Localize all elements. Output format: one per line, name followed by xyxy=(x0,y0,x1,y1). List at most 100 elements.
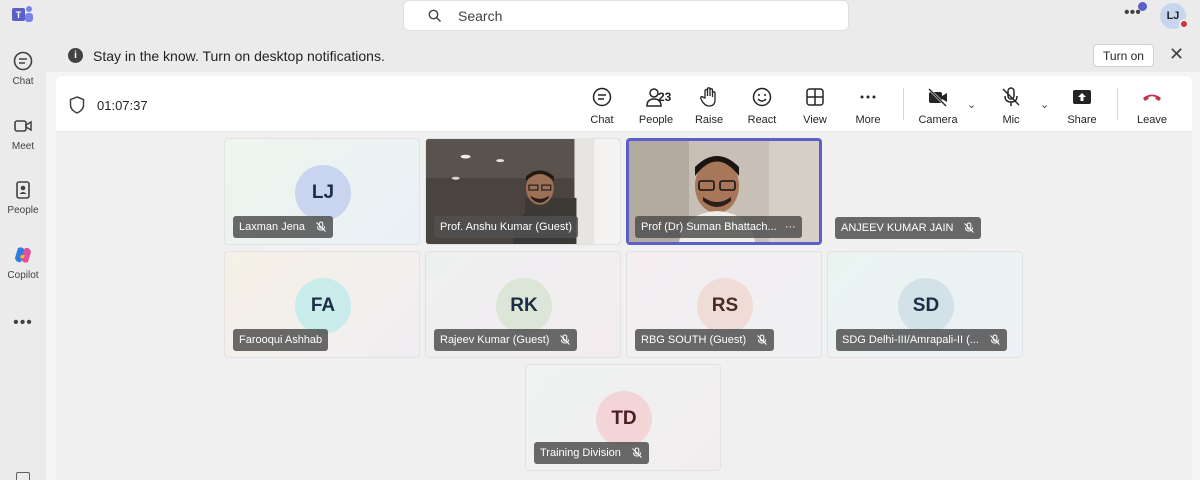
chat-label: Chat xyxy=(590,114,614,126)
react-label: React xyxy=(747,114,777,126)
participant-name-tag: ANJEEV KUMAR JAIN xyxy=(835,217,982,239)
shield-icon[interactable] xyxy=(69,96,85,114)
participant-name-tag: Training Division xyxy=(534,442,649,464)
copilot-icon xyxy=(15,247,31,263)
video-camera-icon xyxy=(14,120,32,132)
notification-banner: i Stay in the know. Turn on desktop noti… xyxy=(46,40,1200,72)
close-icon[interactable]: ✕ xyxy=(1169,44,1184,65)
chat-button[interactable]: Chat xyxy=(578,86,626,126)
hand-icon xyxy=(700,87,716,107)
raise-label: Raise xyxy=(694,114,724,126)
search-icon xyxy=(428,9,441,22)
camera-label: Camera xyxy=(918,114,958,126)
participant-tile[interactable]: RS RBG SOUTH (Guest) xyxy=(626,251,822,358)
participant-tile[interactable]: LJ Laxman Jena xyxy=(224,138,420,245)
rail-item-meet[interactable]: Meet xyxy=(0,115,46,152)
more-label: More xyxy=(855,114,881,126)
meeting-toolbar: 01:07:37 Chat People 23 Raise React View… xyxy=(56,76,1192,132)
meeting-stage: 01:07:37 Chat People 23 Raise React View… xyxy=(56,76,1192,480)
rail-item-chat[interactable]: Chat xyxy=(0,50,46,87)
people-count-badge: 23 xyxy=(658,90,672,104)
mic-options-chevron-icon[interactable]: ⌄ xyxy=(1040,98,1049,111)
hang-up-icon xyxy=(1143,94,1161,101)
app-rail: T Chat Meet People Copilot ••• xyxy=(0,0,46,480)
participant-name: Prof. Anshu Kumar (Guest) xyxy=(440,221,573,233)
teams-logo-icon[interactable]: T xyxy=(11,4,35,26)
raise-hand-button[interactable]: Raise xyxy=(685,86,733,126)
share-button[interactable]: Share xyxy=(1058,86,1106,126)
participant-name: RBG SOUTH (Guest) xyxy=(641,334,747,346)
view-button[interactable]: View xyxy=(791,86,839,126)
apps-icon[interactable] xyxy=(16,472,30,480)
mic-off-icon xyxy=(316,221,326,232)
leave-label: Leave xyxy=(1137,114,1167,126)
mic-off-icon xyxy=(632,447,642,458)
camera-options-chevron-icon[interactable]: ⌄ xyxy=(967,98,976,111)
participant-tile[interactable]: RK Rajeev Kumar (Guest) xyxy=(425,251,621,358)
participant-name: Rajeev Kumar (Guest) xyxy=(440,334,550,346)
more-button[interactable]: More xyxy=(844,86,892,126)
participant-name-tag: Rajeev Kumar (Guest) xyxy=(434,329,578,351)
leave-button[interactable]: Leave xyxy=(1128,86,1176,126)
participant-tile[interactable]: TD Training Division xyxy=(525,364,721,471)
rail-item-people[interactable]: People xyxy=(0,179,46,216)
rail-item-label: Copilot xyxy=(7,270,39,281)
mic-off-icon xyxy=(964,222,975,233)
view-label: View xyxy=(803,114,827,126)
avatar: SD xyxy=(898,278,954,334)
notification-text: Stay in the know. Turn on desktop notifi… xyxy=(93,48,385,64)
rail-item-label: Chat xyxy=(12,76,34,87)
rail-more-button[interactable]: ••• xyxy=(0,314,46,332)
participant-video-tile-active[interactable]: Prof (Dr) Suman Bhattach... ··· xyxy=(626,138,822,245)
avatar: RK xyxy=(496,278,552,334)
participant-tile[interactable]: FA Farooqui Ashhab xyxy=(224,251,420,358)
chat-icon xyxy=(592,87,612,107)
turn-on-button[interactable]: Turn on xyxy=(1093,44,1154,67)
people-icon xyxy=(16,181,30,199)
react-button[interactable]: React xyxy=(738,86,786,126)
toolbar-divider xyxy=(1117,88,1118,120)
mic-off-icon xyxy=(990,334,1000,345)
participant-name-tag: SDG Delhi-III/Amrapali-II (... xyxy=(836,329,1007,351)
camera-button[interactable]: Camera xyxy=(914,86,962,126)
mic-off-icon xyxy=(560,334,571,345)
avatar: TD xyxy=(596,391,652,447)
svg-text:T: T xyxy=(16,10,22,20)
mic-button[interactable]: Mic xyxy=(987,86,1035,126)
top-bar: Search ••• LJ xyxy=(46,0,1200,40)
mic-label: Mic xyxy=(1002,114,1020,126)
avatar: LJ xyxy=(295,165,351,221)
avatar: FA xyxy=(295,278,351,334)
more-dots-icon xyxy=(860,95,876,99)
camera-off-icon xyxy=(928,88,947,107)
notification-badge xyxy=(1138,2,1147,11)
meeting-timer: 01:07:37 xyxy=(97,98,148,113)
participant-name: Training Division xyxy=(540,447,621,459)
participant-more-button[interactable]: ··· xyxy=(785,221,796,233)
participant-name: SDG Delhi-III/Amrapali-II (... xyxy=(842,334,979,346)
rail-item-copilot[interactable]: Copilot xyxy=(0,244,46,281)
smiley-icon xyxy=(752,87,772,107)
share-screen-icon xyxy=(1073,90,1091,104)
search-input[interactable]: Search xyxy=(458,8,502,24)
people-label: People xyxy=(638,114,674,126)
toolbar-divider xyxy=(903,88,904,120)
participant-tile[interactable]: SD SDG Delhi-III/Amrapali-II (... xyxy=(827,251,1023,358)
participant-name-tag: Farooqui Ashhab xyxy=(233,329,329,351)
mic-off-icon xyxy=(757,334,767,345)
presence-status-icon xyxy=(1179,19,1189,29)
participant-tile[interactable]: ANJEEV KUMAR JAIN xyxy=(827,138,1023,245)
participant-name: Prof (Dr) Suman Bhattach... xyxy=(641,221,777,233)
search-box[interactable]: Search xyxy=(403,0,849,31)
mic-off-icon xyxy=(1002,87,1020,106)
participant-name: ANJEEV KUMAR JAIN xyxy=(841,222,954,234)
share-label: Share xyxy=(1067,114,1097,126)
avatar: RS xyxy=(697,278,753,334)
participant-name: Laxman Jena xyxy=(239,221,306,233)
participant-video-tile[interactable]: Prof. Anshu Kumar (Guest) xyxy=(425,138,621,245)
participant-name-tag: Prof. Anshu Kumar (Guest) xyxy=(434,216,579,238)
people-button[interactable]: People xyxy=(632,86,680,126)
rail-item-label: People xyxy=(7,205,39,216)
grid-view-icon xyxy=(806,88,824,106)
chat-icon xyxy=(13,51,33,71)
